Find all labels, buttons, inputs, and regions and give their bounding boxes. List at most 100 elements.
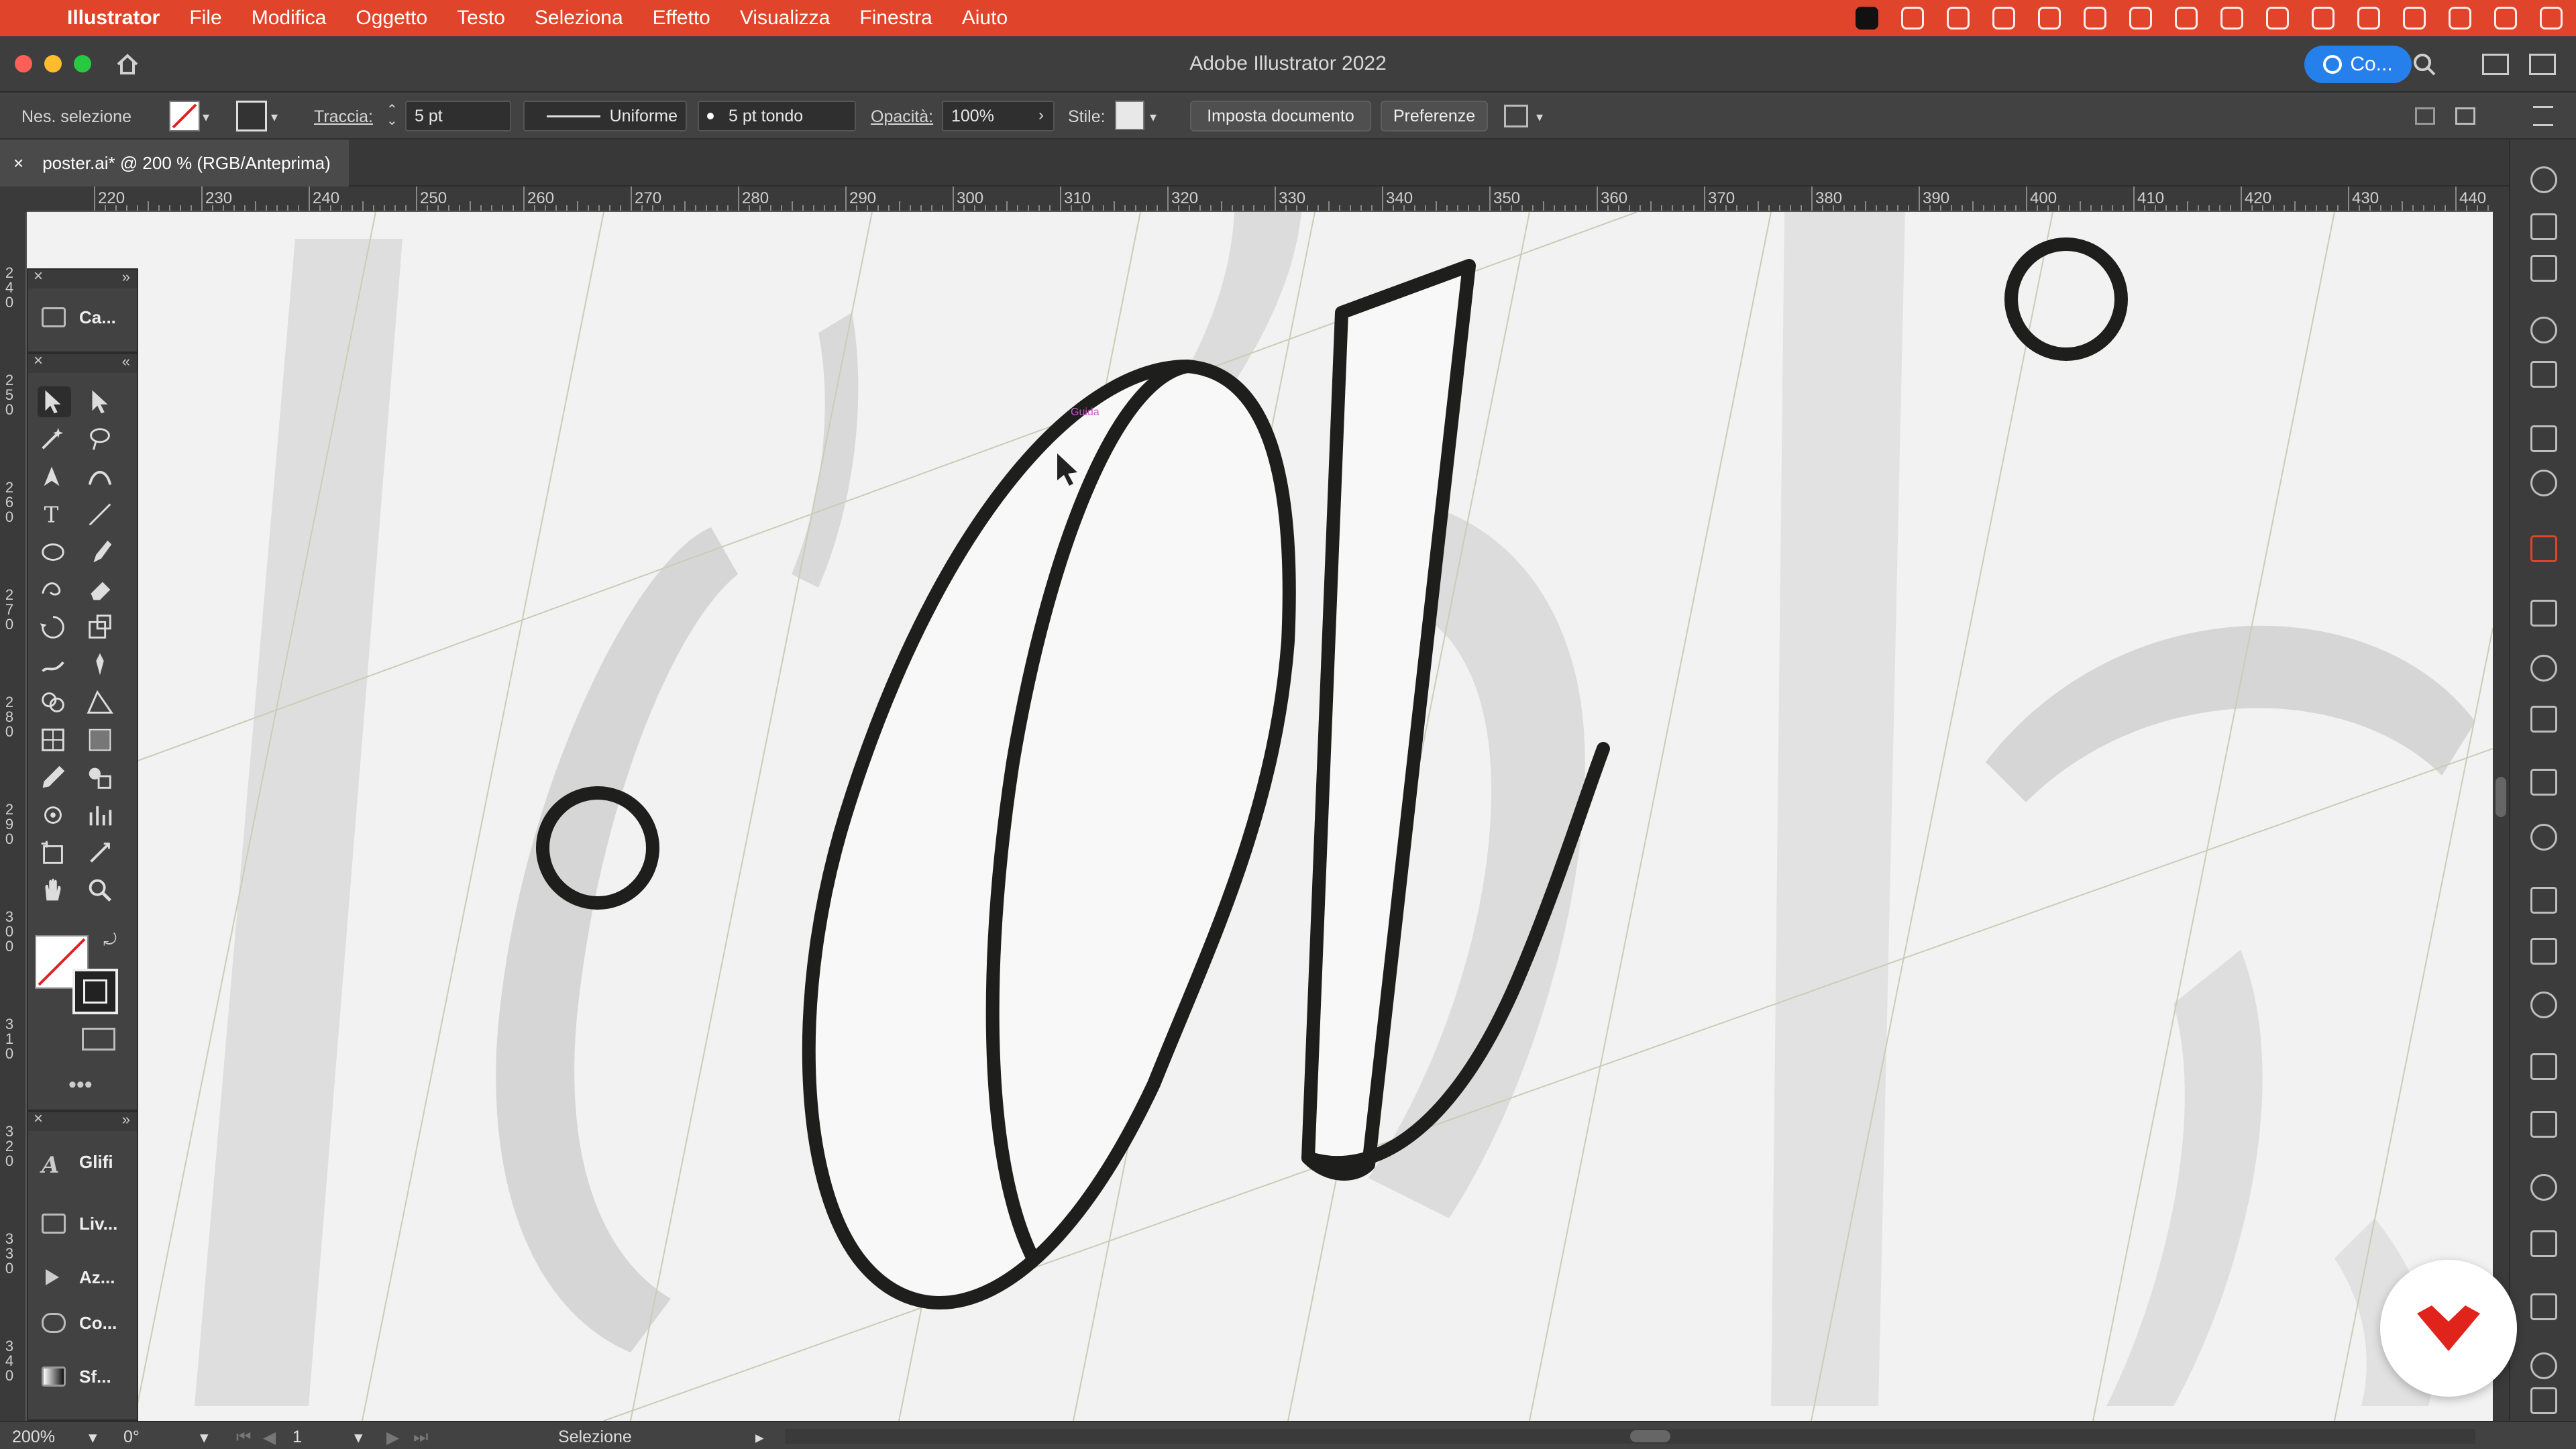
chevron-down-icon[interactable]: ▾ (1150, 109, 1157, 125)
close-panel-icon[interactable]: × (34, 267, 43, 286)
scale-tool-icon[interactable] (85, 612, 118, 643)
style-swatch[interactable] (1115, 101, 1144, 130)
panel-item-actions[interactable]: Az... (28, 1254, 137, 1300)
layers-menu-icon[interactable] (2530, 1352, 2557, 1379)
menu-seleziona[interactable]: Seleziona (535, 7, 623, 30)
menu-oggetto[interactable]: Oggetto (356, 7, 427, 30)
symbols-icon[interactable] (2530, 1053, 2557, 1080)
close-panel-icon[interactable]: × (34, 1110, 43, 1128)
scrollbar-thumb[interactable] (2496, 777, 2506, 817)
fill-swatch[interactable] (169, 101, 200, 131)
swatches-icon[interactable] (2530, 1174, 2557, 1201)
paragraph-styles-icon[interactable] (2530, 361, 2557, 388)
stroke-color-swatch[interactable] (72, 969, 118, 1014)
user-icon[interactable] (2357, 7, 2380, 30)
shaper-tool-icon[interactable] (38, 574, 71, 605)
moon-icon[interactable] (2175, 7, 2198, 30)
panel-item-glyphs[interactable]: A Glifi (28, 1131, 137, 1193)
paragraph-icon[interactable] (2530, 213, 2557, 240)
command-icon[interactable] (1856, 7, 1878, 30)
artboards-icon[interactable] (2530, 535, 2557, 562)
brush-select[interactable]: 5 pt tondo (698, 101, 856, 131)
vertical-ruler[interactable]: 240 250 260 270 280 290 300 310 320 330 340 (0, 212, 27, 1421)
rotation-value[interactable]: 0° (123, 1428, 140, 1447)
menu-list-icon[interactable] (2533, 106, 2553, 126)
eyedropper-tool-icon[interactable] (38, 762, 71, 793)
ellipse-tool-icon[interactable] (38, 537, 71, 568)
character-icon[interactable] (2530, 166, 2557, 193)
color-guide-icon[interactable] (2530, 470, 2557, 496)
power-icon[interactable] (2540, 7, 2563, 30)
chevron-down-icon[interactable]: ▾ (200, 1428, 209, 1448)
menu-file[interactable]: File (189, 7, 221, 30)
collapse-panel-icon[interactable]: » (122, 1111, 130, 1128)
chevron-down-icon[interactable]: ▾ (203, 109, 209, 125)
slice-tool-icon[interactable] (85, 837, 118, 868)
zoom-tool-icon[interactable] (85, 875, 118, 906)
appearance-icon[interactable] (2530, 824, 2557, 851)
stroke-label[interactable]: Traccia: (314, 107, 373, 127)
close-tab-icon[interactable]: × (13, 153, 23, 174)
close-panel-icon[interactable]: × (34, 352, 43, 370)
symbol-sprayer-tool-icon[interactable] (38, 800, 71, 830)
menu-aiuto[interactable]: Aiuto (962, 7, 1008, 30)
panel-item-layers[interactable]: Liv... (28, 1193, 137, 1254)
transparency-icon[interactable] (2530, 769, 2557, 796)
brushes-icon[interactable] (2530, 1111, 2557, 1138)
curvature-tool-icon[interactable] (85, 462, 118, 492)
chevron-right-icon[interactable]: › (1038, 106, 1044, 125)
character-styles-icon[interactable] (2530, 317, 2557, 343)
wifi-icon[interactable] (2312, 7, 2334, 30)
stroke-swatch[interactable] (236, 101, 267, 131)
stroke-profile-select[interactable]: Uniforme (523, 101, 687, 131)
gradient-tool-icon[interactable] (85, 724, 118, 755)
headphones-icon[interactable] (2220, 7, 2243, 30)
bluetooth-icon[interactable] (2266, 7, 2289, 30)
direct-selection-tool-icon[interactable] (85, 386, 118, 417)
color-icon[interactable] (2530, 425, 2557, 452)
transform-icon[interactable] (2530, 600, 2557, 627)
transform-icon[interactable] (2415, 107, 2435, 125)
chevron-down-icon[interactable]: ▾ (1536, 109, 1543, 125)
mesh-tool-icon[interactable] (38, 724, 71, 755)
collapse-panel-icon[interactable]: » (122, 268, 130, 286)
siri-icon[interactable] (2494, 7, 2517, 30)
type-tool-icon[interactable]: T (38, 499, 71, 530)
preferences-button[interactable]: Preferenze (1381, 101, 1488, 131)
menu-app[interactable]: Illustrator (67, 7, 160, 30)
pathfinder-icon[interactable] (2530, 655, 2557, 682)
opacity-label[interactable]: Opacità: (871, 107, 933, 127)
more-tools-icon[interactable]: ••• (68, 1072, 93, 1098)
collapse-panel-icon[interactable]: « (122, 353, 130, 370)
asset-export-icon[interactable] (2530, 1293, 2557, 1320)
opacity-input[interactable]: 100% (942, 101, 1055, 131)
paintbrush-tool-icon[interactable] (85, 537, 118, 568)
pen-tool-icon[interactable] (38, 462, 71, 492)
menu-modifica[interactable]: Modifica (252, 7, 327, 30)
document-setup-button[interactable]: Imposta documento (1190, 101, 1371, 131)
panel-item-links[interactable]: Co... (28, 1300, 137, 1346)
document-tab[interactable]: × poster.ai* @ 200 % (RGB/Anteprima) (0, 140, 349, 186)
panel-item-libraries[interactable]: Ca... (28, 288, 137, 346)
graphic-styles-icon[interactable] (2530, 887, 2557, 914)
ruler-origin[interactable] (0, 186, 27, 212)
menu-effetto[interactable]: Effetto (653, 7, 710, 30)
puppet-warp-tool-icon[interactable] (85, 649, 118, 680)
shape-builder-tool-icon[interactable] (38, 687, 71, 718)
next-artboard-icon[interactable]: ▶ (386, 1428, 399, 1448)
horizontal-ruler[interactable]: 220 230 240 250 260 270 280 290 300 310 320 330 340 3… (27, 186, 2493, 212)
export-icon[interactable] (2530, 1230, 2557, 1257)
lasso-tool-icon[interactable] (85, 424, 118, 455)
panel-item-gradient[interactable]: Sf... (28, 1346, 137, 1407)
last-artboard-icon[interactable]: ⏭ (413, 1428, 429, 1447)
horizontal-scrollbar[interactable] (785, 1429, 2475, 1444)
graph-tool-icon[interactable] (85, 800, 118, 830)
search-icon[interactable] (2411, 51, 2438, 78)
dropbox-icon[interactable] (2084, 7, 2106, 30)
chevron-down-icon[interactable]: ▾ (354, 1428, 363, 1448)
selection-tool-icon[interactable] (38, 386, 71, 417)
rotate-tool-icon[interactable] (38, 612, 71, 643)
distribute-icon[interactable] (2455, 107, 2475, 125)
properties-icon[interactable] (2530, 938, 2557, 965)
perspective-tool-icon[interactable] (85, 687, 118, 718)
